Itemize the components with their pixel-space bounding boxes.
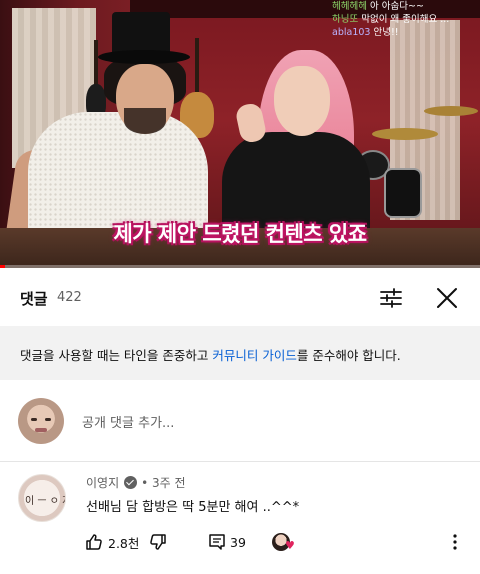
- comments-title: 댓글: [20, 290, 48, 308]
- more-options-button[interactable]: [452, 532, 464, 552]
- like-button[interactable]: [84, 532, 104, 552]
- video-player[interactable]: 제가 제안 드렸던 컨텐츠 있죠 헤헤헤헤 아 아숩다~~ 하닝또 막없이 왜 …: [0, 0, 480, 268]
- guideline-text-before: 댓글을 사용할 때는 타인을 존중하고: [20, 348, 213, 363]
- avatar-doodle: 이 ㅡ ㅇ 지: [25, 496, 65, 507]
- chat-text: 막없이 왜 좋이해요 ...: [361, 14, 450, 25]
- like-count: 2.8천: [108, 535, 140, 551]
- more-vertical-icon: [453, 534, 457, 550]
- chat-user: 하닝또: [332, 14, 359, 25]
- chat-text: 안녕!!: [373, 27, 399, 38]
- comment-time: 3주 전: [152, 476, 186, 490]
- community-guideline-banner: 댓글을 사용할 때는 타인을 존중하고 커뮤니티 가이드를 준수해야 합니다.: [0, 326, 480, 380]
- comment-actions: 2.8천 39 ♥: [84, 532, 474, 552]
- video-caption: 제가 제안 드렸던 컨텐츠 있죠: [0, 218, 480, 248]
- add-comment-input[interactable]: 공개 댓글 추가...: [82, 412, 174, 431]
- drum-floor: [384, 168, 422, 218]
- comment-meta: 이영지 • 3주 전: [86, 474, 186, 491]
- avatar-eye: [45, 418, 51, 421]
- live-chat-overlay: 헤헤헤헤 아 아숩다~~ 하닝또 막없이 왜 좋이해요 ... abla103 …: [332, 0, 470, 39]
- chat-user: 헤헤헤헤: [332, 1, 367, 12]
- cymbal-1: [372, 128, 438, 140]
- person-beard: [124, 108, 166, 134]
- community-guidelines-link[interactable]: 커뮤니티 가이드: [212, 348, 296, 363]
- creator-heart-badge: ♥: [272, 532, 300, 552]
- person-face-2: [274, 66, 330, 136]
- avatar-eye: [31, 418, 37, 421]
- avatar-mouth: [35, 428, 47, 432]
- chat-line: 헤헤헤헤 아 아숩다~~: [332, 0, 470, 13]
- thumbs-down-icon: [150, 534, 166, 550]
- comments-count: 422: [57, 290, 82, 305]
- comment-author-avatar[interactable]: 이 ㅡ ㅇ 지: [18, 474, 66, 522]
- comments-header: 댓글 422: [0, 268, 480, 326]
- avatar: [18, 398, 64, 444]
- verified-icon: [124, 476, 138, 489]
- close-icon: [437, 288, 457, 308]
- add-comment-row: 공개 댓글 추가...: [0, 380, 480, 462]
- comment-author[interactable]: 이영지: [86, 474, 119, 491]
- chat-user: abla103: [332, 27, 371, 38]
- chat-line: 하닝또 막없이 왜 좋이해요 ...: [332, 13, 470, 26]
- reply-button[interactable]: [208, 532, 226, 552]
- guitar-left: [86, 40, 106, 120]
- meta-separator: •: [141, 475, 153, 490]
- top-hat-brim: [98, 50, 190, 64]
- sliders-icon: [380, 288, 402, 308]
- comment-item: 이 ㅡ ㅇ 지 이영지 • 3주 전 선배님 담 합방은 딱 5분만 해여 ..…: [0, 462, 480, 574]
- cymbal-2: [424, 106, 478, 116]
- video-caption-text: 제가 제안 드렸던 컨텐츠 있죠: [113, 222, 367, 246]
- guideline-text-after: 를 준수해야 합니다.: [296, 348, 401, 363]
- heart-icon: ♥: [285, 539, 295, 552]
- reply-count: 39: [230, 534, 246, 550]
- guideline-text: 댓글을 사용할 때는 타인을 존중하고 커뮤니티 가이드를 준수해야 합니다.: [20, 345, 401, 364]
- thumbs-up-icon: [86, 534, 102, 550]
- sort-comments-button[interactable]: [377, 284, 405, 312]
- comment-bubble-icon: [209, 534, 225, 550]
- close-comments-button[interactable]: [433, 284, 461, 312]
- dislike-button[interactable]: [148, 532, 168, 552]
- chat-text: 아 아숩다~~: [370, 1, 424, 12]
- chat-line: abla103 안녕!!: [332, 26, 470, 39]
- comment-text: 선배님 담 합방은 딱 5분만 해여 ..^^*: [86, 500, 300, 515]
